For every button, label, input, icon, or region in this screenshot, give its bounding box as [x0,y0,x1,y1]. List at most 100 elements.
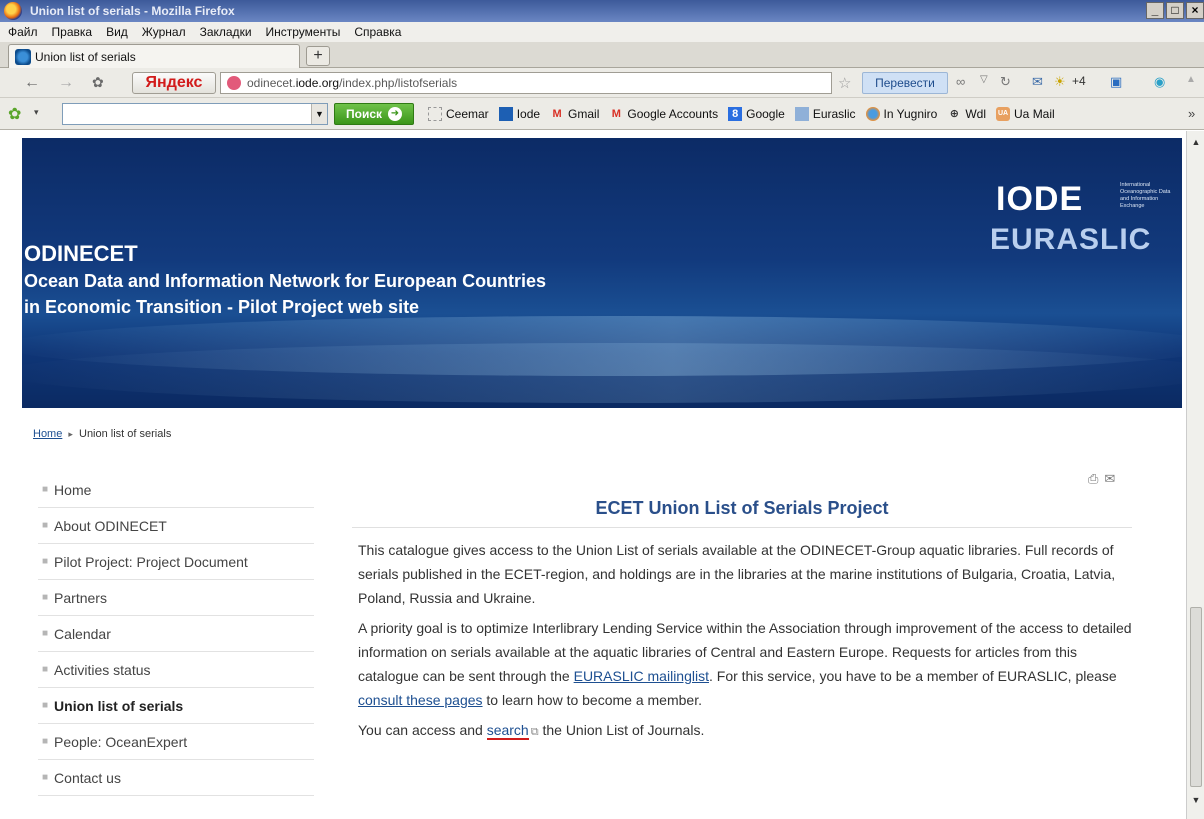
mail-icon: UA [996,107,1011,121]
bookmarks-overflow-button[interactable]: » [1188,106,1195,121]
print-icon[interactable]: ⎙ [1088,471,1098,487]
firefox-icon [865,107,880,121]
search-link[interactable]: search [486,722,529,740]
gmail-icon: M [611,108,621,120]
new-tab-button[interactable]: + [306,46,330,66]
bookmark-star-icon[interactable]: ☆ [838,74,851,92]
weather-sun-icon[interactable]: ☀ [1054,74,1066,90]
close-button[interactable]: × [1186,2,1204,19]
menu-bookmarks[interactable]: Закладки [200,25,252,39]
scroll-down-arrow-icon[interactable]: ▼ [1189,795,1203,809]
menu-edit[interactable]: Правка [52,25,93,39]
address-bar[interactable]: odinecet.iode.org/index.php/listofserial… [220,72,832,94]
menu-view[interactable]: Вид [106,25,128,39]
bookmark-label: Google Accounts [627,107,719,121]
sidebar-item-label: Pilot Project: Project Document [54,553,248,570]
sidebar-item-activities[interactable]: ■ Activities status [38,652,314,688]
yandex-bar-dropdown-icon[interactable]: ▾ [34,107,39,118]
sidebar-item-people[interactable]: ■ People: OceanExpert [38,724,314,760]
bookmark-euraslic[interactable]: Euraslic [794,107,856,121]
page-title: ECET Union List of Serials Project [352,498,1132,528]
tab-strip: Union list of serials + [0,42,1204,68]
menu-history[interactable]: Журнал [142,25,186,39]
search-button[interactable]: Поиск ➜ [334,103,414,125]
breadcrumb-separator-icon: ▸ [68,429,73,439]
bookmark-label: Ua Mail [1014,107,1055,121]
iode-logo[interactable]: IODE [996,180,1083,219]
sidebar-item-contact[interactable]: ■ Contact us [38,760,314,796]
external-link-icon: ⧉ [530,726,539,738]
go-arrow-icon: ➜ [388,107,402,121]
access-paragraph: You can access and search ⧉ the Union Lis… [358,722,705,740]
bookmark-list: Ceemar Iode M Gmail M Google Accounts 8 … [428,98,1055,130]
bookmark-gmail[interactable]: M Gmail [550,107,599,121]
dropdown-arrow-icon[interactable]: ▽ [980,74,988,85]
back-arrow-icon[interactable]: ← [24,74,40,92]
euraslic-mailinglist-link[interactable]: EURASLIC mailinglist [574,668,709,684]
sidebar-item-label: Contact us [54,769,121,786]
consult-pages-link[interactable]: consult these pages [358,692,483,708]
tab-union-list[interactable]: Union list of serials [8,44,300,68]
forward-arrow-icon[interactable]: → [58,74,74,92]
sidebar-item-calendar[interactable]: ■ Calendar [38,616,314,652]
sidebar-item-project-document[interactable]: ■ Pilot Project: Project Document [38,544,314,580]
scroll-toolbar-icon[interactable]: ▲ [1186,74,1196,85]
tab-label: Union list of serials [35,49,136,64]
addon-square-icon[interactable]: ▣ [1110,74,1122,90]
chrome-like-icon[interactable]: ◉ [1154,74,1165,90]
scrollbar-thumb[interactable] [1190,607,1202,787]
intro-paragraph: This catalogue gives access to the Union… [358,542,1116,606]
sidebar-item-label: Union list of serials [54,697,184,714]
page-viewport: ODINECET Ocean Data and Information Netw… [0,131,1182,819]
address-url: odinecet.iode.org/index.php/listofserial… [247,76,458,90]
google-icon: 8 [728,107,743,121]
firefox-logo-icon [4,2,22,20]
yandex-search-input[interactable]: ▼ [62,103,328,125]
menu-file[interactable]: Файл [8,25,38,39]
bookmark-wdl[interactable]: ⊕ Wdl [947,107,986,121]
bookmark-in-yugniro[interactable]: In Yugniro [865,107,938,121]
bookmark-label: In Yugniro [883,107,938,121]
page-scrollbar[interactable]: ▲ ▼ [1186,131,1204,819]
bookmark-label: Google [746,107,785,121]
sidebar-item-home[interactable]: ■ Home [38,472,314,508]
search-dropdown-arrow-icon[interactable]: ▼ [311,104,327,124]
menu-tools[interactable]: Инструменты [266,25,341,39]
euraslic-logo[interactable]: EURASLIC [990,223,1151,257]
reload-icon[interactable]: ↻ [1000,74,1011,90]
bookmark-ceemar[interactable]: Ceemar [428,107,489,121]
search-button-label: Поиск [345,107,382,121]
glasses-icon[interactable]: ∞ [956,74,965,89]
bookmark-ua-mail[interactable]: UA Ua Mail [996,107,1055,121]
sidebar-item-label: Home [54,481,92,498]
bookmark-google-accounts[interactable]: M Google Accounts [609,107,718,121]
sidebar-item-about[interactable]: ■ About ODINECET [38,508,314,544]
sidebar-menu: ■ Home ■ About ODINECET ■ Pilot Project: Pr… [38,472,314,796]
yandex-bar-flower-icon[interactable]: ✿ [8,104,21,124]
bookmark-label: Iode [516,107,541,121]
bullet-icon: ■ [42,736,49,747]
minimize-button[interactable]: _ [1146,2,1164,19]
addons-puzzle-icon[interactable]: ✿ [92,74,104,91]
site-identity-icon[interactable] [227,76,241,90]
extensions-count[interactable]: +4 [1072,74,1086,88]
maximize-button[interactable]: □ [1166,2,1184,19]
scroll-up-arrow-icon[interactable]: ▲ [1189,137,1203,151]
site-favicon-icon [15,48,31,65]
goal-paragraph: A priority goal is to optimize Interlibr… [358,620,1132,708]
yandex-button[interactable]: Яндекс [132,72,216,94]
email-icon[interactable]: ✉ [1104,471,1115,487]
bookmark-label: Euraslic [812,107,856,121]
sidebar-item-label: Activities status [54,661,151,678]
site-title: ODINECET [24,241,138,266]
sidebar-item-union-list[interactable]: ■ Union list of serials [38,688,314,724]
menu-help[interactable]: Справка [354,25,401,39]
breadcrumb-home-link[interactable]: Home [33,428,62,440]
mail-envelope-icon[interactable]: ✉ [1032,74,1043,90]
sidebar-item-partners[interactable]: ■ Partners [38,580,314,616]
translate-button[interactable]: Перевести [862,72,948,94]
bullet-icon: ■ [42,700,49,711]
bookmark-google[interactable]: 8 Google [728,107,785,121]
bookmark-iode[interactable]: Iode [498,107,541,121]
bullet-icon: ■ [42,520,49,531]
